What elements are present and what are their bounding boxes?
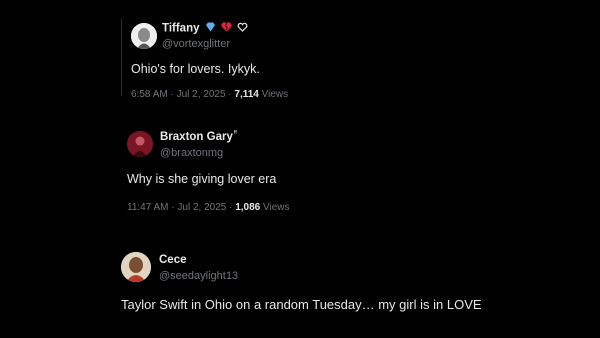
broken-heart-icon bbox=[221, 22, 232, 35]
timestamp[interactable]: 11:47 AM · Jul 2, 2025 · bbox=[127, 202, 235, 213]
views-label: Views bbox=[260, 202, 290, 213]
tweet-text: Ohio's for lovers. Iykyk. bbox=[131, 62, 260, 76]
author-name-text: Braxton Gary bbox=[160, 131, 233, 143]
thread-divider bbox=[121, 18, 122, 96]
timestamp[interactable]: 6:58 AM · Jul 2, 2025 · bbox=[131, 89, 234, 100]
author-handle[interactable]: @vortexglitter bbox=[162, 38, 230, 50]
author-handle[interactable]: @seedaylight13 bbox=[159, 270, 238, 282]
tweet-text: Taylor Swift in Ohio on a random Tuesday… bbox=[121, 297, 482, 312]
heart-hands-icon bbox=[237, 22, 248, 35]
views-count: 7,114 bbox=[234, 89, 259, 100]
author-handle[interactable]: @braxtonmg bbox=[160, 147, 223, 159]
avatar-image bbox=[131, 23, 157, 49]
author-name-text: Tiffany bbox=[162, 22, 200, 35]
author-name[interactable]: Braxton Garyᶠᶠ bbox=[160, 131, 237, 143]
tweet-meta: 6:58 AM · Jul 2, 2025 · 7,114 Views bbox=[131, 89, 288, 100]
avatar-image bbox=[127, 131, 153, 157]
avatar[interactable] bbox=[131, 23, 157, 49]
tweet-meta: 11:47 AM · Jul 2, 2025 · 1,086 Views bbox=[127, 202, 290, 213]
avatar[interactable] bbox=[127, 131, 153, 157]
views-label: Views bbox=[258, 89, 289, 100]
avatar[interactable] bbox=[121, 252, 151, 282]
gem-heart-icon bbox=[205, 22, 216, 35]
author-name[interactable]: Tiffany bbox=[162, 22, 248, 35]
avatar-image bbox=[121, 252, 151, 282]
name-suffix: ᶠᶠ bbox=[233, 131, 237, 138]
author-name[interactable]: Cece bbox=[159, 254, 187, 266]
tweet-text: Why is she giving lover era bbox=[127, 172, 277, 186]
views-count: 1,086 bbox=[235, 202, 261, 213]
